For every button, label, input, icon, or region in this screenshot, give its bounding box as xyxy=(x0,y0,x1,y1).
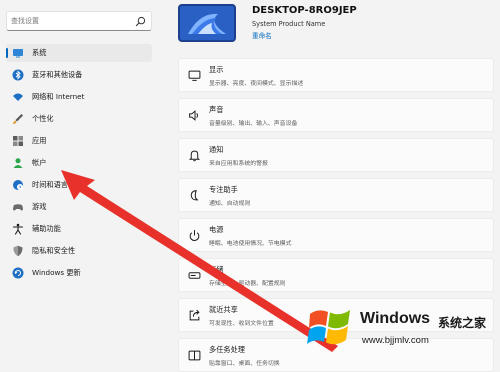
sidebar-item-time-language[interactable]: 时间和语言 xyxy=(6,176,152,194)
sidebar-item-apps[interactable]: 应用 xyxy=(6,132,152,150)
sidebar-item-label: 网络和 Internet xyxy=(32,92,85,101)
device-name: DESKTOP-8RO9JEP xyxy=(252,5,357,16)
desktop-thumbnail xyxy=(178,4,236,42)
brush-icon xyxy=(13,114,23,124)
windows-logo xyxy=(307,310,350,345)
apps-icon xyxy=(13,136,23,146)
setting-card-display[interactable]: 显示 显示器、亮度、夜间模式、显示描述 xyxy=(178,58,494,92)
sidebar-item-accounts[interactable]: 帐户 xyxy=(6,154,152,172)
monitor-icon xyxy=(13,49,23,58)
wifi-icon xyxy=(13,93,23,101)
sidebar-item-system[interactable]: 系统 xyxy=(6,44,152,62)
sidebar-item-label: 辅助功能 xyxy=(32,224,61,233)
display-icon xyxy=(188,70,201,81)
sidebar-item-label: 系统 xyxy=(32,48,47,57)
globe-clock-icon xyxy=(13,180,23,190)
sidebar: 系统 蓝牙和其他设备 网络和 Internet 个性化 应用 xyxy=(0,0,170,354)
sidebar-item-label: Windows 更新 xyxy=(32,268,81,277)
search-icon[interactable] xyxy=(135,16,146,27)
sidebar-item-label: 隐私和安全性 xyxy=(32,246,76,255)
card-title: 专注助手 xyxy=(209,185,238,194)
card-title: 通知 xyxy=(209,145,224,154)
watermark-suffix: 系统之家 xyxy=(438,316,487,330)
setting-card-sound[interactable]: 声音 音量级别、输出、输入、声音设备 xyxy=(178,98,494,132)
setting-card-focus-assist[interactable]: 专注助手 通知、自动规则 xyxy=(178,178,494,212)
sidebar-item-label: 时间和语言 xyxy=(32,180,68,189)
accessibility-icon xyxy=(12,223,24,235)
selected-indicator xyxy=(6,48,8,58)
setting-card-storage[interactable]: 存储 存储空间、驱动器、配置规则 xyxy=(178,258,494,292)
card-desc: 来自应用和系统的警报 xyxy=(209,161,268,167)
sidebar-item-label: 游戏 xyxy=(32,202,47,211)
setting-card-power[interactable]: 电源 睡眠、电池使用情况、节电模式 xyxy=(178,218,494,252)
card-desc: 存储空间、驱动器、配置规则 xyxy=(209,281,286,287)
shield-icon xyxy=(13,245,23,257)
card-title: 显示 xyxy=(209,65,224,74)
main-content: DESKTOP-8RO9JEP System Product Name 重命名 … xyxy=(170,0,500,372)
card-desc: 通知、自动规则 xyxy=(209,201,251,207)
card-desc: 显示器、亮度、夜间模式、显示描述 xyxy=(209,81,304,87)
card-desc: 音量级别、输出、输入、声音设备 xyxy=(209,121,298,127)
multitask-icon xyxy=(188,350,201,361)
card-title: 声音 xyxy=(209,105,224,114)
speaker-icon xyxy=(189,110,198,121)
card-desc: 可发现性、收到文件位置 xyxy=(209,321,274,327)
sidebar-item-label: 应用 xyxy=(32,136,47,145)
card-title: 就近共享 xyxy=(209,305,238,314)
setting-card-notifications[interactable]: 通知 来自应用和系统的警报 xyxy=(178,138,494,172)
sidebar-item-accessibility[interactable]: 辅助功能 xyxy=(6,220,152,238)
card-title: 存储 xyxy=(209,265,224,274)
bluetooth-icon xyxy=(12,69,24,81)
person-icon xyxy=(13,158,23,168)
watermark-brand: Windows xyxy=(360,310,431,327)
card-desc: 睡眠、电池使用情况、节电模式 xyxy=(209,241,292,247)
search-input[interactable] xyxy=(11,14,133,28)
share-icon xyxy=(189,309,200,321)
storage-icon xyxy=(188,272,201,279)
sidebar-item-personalization[interactable]: 个性化 xyxy=(6,110,152,128)
watermark: Windows 系统之家 www.bjjmlv.com xyxy=(306,302,500,354)
device-model: System Product Name xyxy=(252,20,326,28)
gamepad-icon xyxy=(13,204,23,211)
sidebar-item-network[interactable]: 网络和 Internet xyxy=(6,88,152,106)
sidebar-item-label: 个性化 xyxy=(32,114,54,123)
sidebar-item-privacy[interactable]: 隐私和安全性 xyxy=(6,242,152,260)
moon-icon xyxy=(190,190,199,201)
sidebar-item-gaming[interactable]: 游戏 xyxy=(6,198,152,216)
search-box[interactable] xyxy=(6,11,152,31)
power-icon xyxy=(189,230,200,241)
update-icon xyxy=(12,267,24,279)
rename-link[interactable]: 重命名 xyxy=(252,30,272,40)
sidebar-item-windows-update[interactable]: Windows 更新 xyxy=(6,264,152,282)
bell-icon xyxy=(188,150,201,162)
sidebar-item-label: 蓝牙和其他设备 xyxy=(32,70,83,79)
watermark-url: www.bjjmlv.com xyxy=(362,335,429,346)
sidebar-item-label: 帐户 xyxy=(32,158,47,167)
card-desc: 贴靠窗口、桌面、任务切换 xyxy=(209,361,280,367)
card-title: 电源 xyxy=(209,225,224,234)
sidebar-item-bluetooth[interactable]: 蓝牙和其他设备 xyxy=(6,66,152,84)
